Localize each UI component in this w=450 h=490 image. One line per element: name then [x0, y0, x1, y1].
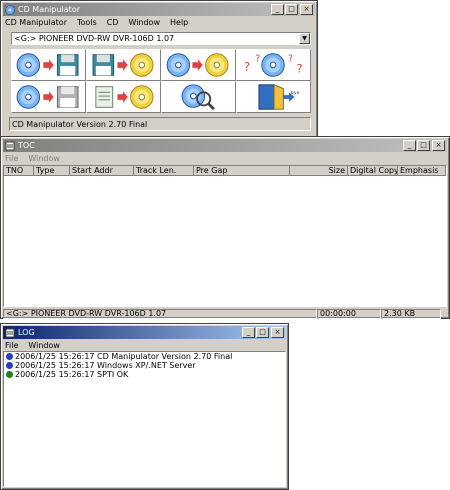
log-title: LOG — [18, 328, 35, 337]
read-cd-to-image-button[interactable] — [11, 49, 86, 81]
cdm-menubar: CD Manipulator Tools CD Window Help — [1, 16, 317, 28]
exit-button[interactable]: bye — [236, 81, 311, 113]
menu-cd[interactable]: CD — [107, 18, 119, 27]
minimize-button[interactable]: _ — [242, 327, 255, 338]
toc-status-time: 00:00:00 — [317, 309, 381, 319]
col-size[interactable]: Size — [290, 166, 348, 176]
log-window: LOG _ □ × File Window 2006/1/25 15:26:17… — [0, 323, 289, 490]
toc-status-drive: <G:> PIONEER DVD-RW DVR-106D 1.07 — [3, 309, 317, 319]
close-button[interactable]: × — [432, 140, 445, 151]
log-line-text: 2006/1/25 15:26:17 CD Manipulator Versio… — [15, 352, 233, 361]
toc-statusbar: <G:> PIONEER DVD-RW DVR-106D 1.07 00:00:… — [3, 309, 447, 319]
drive-select[interactable]: <G:> PIONEER DVD-RW DVR-106D 1.07 ▼ — [11, 32, 311, 45]
menu-window[interactable]: Window — [28, 154, 60, 163]
col-pre-gap[interactable]: Pre Gap — [194, 166, 290, 176]
disc-magnifier-icon — [181, 84, 215, 111]
floppy-to-disc-icon — [92, 53, 154, 77]
cdm-titlebar[interactable]: CD Manipulator _ □ × — [3, 3, 315, 16]
svg-text:?: ? — [288, 53, 293, 64]
file-to-disc-icon — [95, 85, 154, 109]
status-text: CD Manipulator Version 2.70 Final — [12, 120, 148, 129]
maximize-button[interactable]: □ — [417, 140, 430, 151]
svg-text:?: ? — [296, 63, 302, 76]
window-title: CD Manipulator — [18, 5, 80, 14]
menu-tools[interactable]: Tools — [77, 18, 97, 27]
menu-file[interactable]: File — [5, 154, 18, 163]
log-menubar: File Window — [1, 339, 288, 351]
toc-status-size: 2.30 KB — [381, 309, 441, 319]
chevron-down-icon[interactable]: ▼ — [299, 33, 310, 44]
log-line: 2006/1/25 15:26:17 SPTI OK — [4, 370, 285, 379]
col-start-addr[interactable]: Start Addr — [70, 166, 134, 176]
menu-window[interactable]: Window — [28, 341, 60, 350]
write-image-to-cd-button[interactable] — [86, 49, 161, 81]
analyze-disc-button[interactable] — [161, 81, 236, 113]
minimize-button[interactable]: _ — [403, 140, 416, 151]
col-track-len[interactable]: Track Len. — [134, 166, 194, 176]
toc-title: TOC — [18, 141, 35, 150]
ok-icon — [6, 371, 13, 378]
toc-column-headers: TNO Type Start Addr Track Len. Pre Gap S… — [4, 166, 446, 176]
read-track-button[interactable] — [11, 81, 86, 113]
log-list[interactable]: 2006/1/25 15:26:17 CD Manipulator Versio… — [3, 351, 286, 487]
cd-manipulator-window: CD Manipulator _ □ × CD Manipulator Tool… — [0, 0, 318, 138]
drive-select-value: <G:> PIONEER DVD-RW DVR-106D 1.07 — [14, 34, 175, 43]
disc-to-disc-icon — [166, 53, 229, 77]
close-button[interactable]: × — [300, 4, 313, 15]
maximize-button[interactable]: □ — [285, 4, 298, 15]
menu-file[interactable]: File — [5, 341, 18, 350]
door-exit-icon: bye — [258, 84, 300, 110]
menu-window[interactable]: Window — [128, 18, 160, 27]
log-window-icon — [5, 328, 15, 337]
col-type[interactable]: Type — [34, 166, 70, 176]
resize-grip-icon[interactable] — [441, 309, 447, 319]
log-titlebar[interactable]: LOG _ □ × — [3, 326, 286, 339]
log-line: 2006/1/25 15:26:17 Windows XP/.NET Serve… — [4, 361, 285, 370]
col-digital-copy[interactable]: Digital Copy — [348, 166, 398, 176]
info-icon — [6, 362, 13, 369]
menu-cd-manipulator[interactable]: CD Manipulator — [5, 18, 67, 27]
log-line-text: 2006/1/25 15:26:17 SPTI OK — [15, 370, 129, 379]
toc-window-icon — [5, 141, 15, 150]
copy-cd-to-cd-button[interactable] — [161, 49, 236, 81]
disc-to-floppy-icon — [16, 53, 79, 77]
log-line-text: 2006/1/25 15:26:17 Windows XP/.NET Serve… — [15, 361, 196, 370]
toc-titlebar[interactable]: TOC _ □ × — [3, 139, 447, 152]
toc-menubar: File Window — [1, 152, 449, 164]
disc-question-icon: ? ? ? ? — [244, 53, 302, 77]
log-line: 2006/1/25 15:26:17 CD Manipulator Versio… — [4, 352, 285, 361]
write-from-file-button[interactable] — [86, 81, 161, 113]
cdm-statusbar: CD Manipulator Version 2.70 Final — [9, 117, 311, 131]
svg-text:?: ? — [244, 61, 250, 74]
menu-help[interactable]: Help — [170, 18, 188, 27]
close-button[interactable]: × — [271, 327, 284, 338]
col-emphasis[interactable]: Emphasis — [398, 166, 446, 176]
cd-app-icon — [5, 4, 15, 15]
disc-info-button[interactable]: ? ? ? ? — [236, 49, 311, 81]
disc-to-floppy-icon — [16, 85, 79, 109]
toc-window: TOC _ □ × File Window TNO Type Start Add… — [0, 136, 450, 319]
info-icon — [6, 353, 13, 360]
svg-text:?: ? — [255, 53, 260, 64]
minimize-button[interactable]: _ — [271, 4, 284, 15]
toc-track-list[interactable]: TNO Type Start Addr Track Len. Pre Gap S… — [3, 165, 447, 307]
svg-text:bye: bye — [291, 90, 300, 96]
tool-grid: ? ? ? ? bye — [11, 49, 311, 113]
col-tno[interactable]: TNO — [4, 166, 34, 176]
maximize-button[interactable]: □ — [256, 327, 269, 338]
